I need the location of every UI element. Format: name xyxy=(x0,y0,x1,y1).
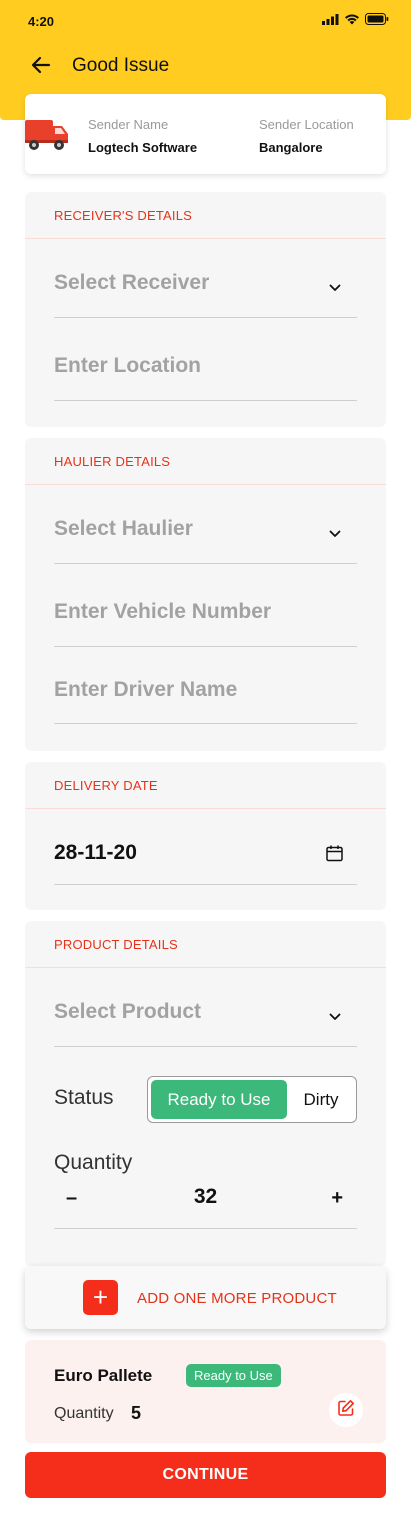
product-select-placeholder: Select Product xyxy=(54,1000,202,1023)
haulier-details-card: HAULIER DETAILS Select Haulier Enter Veh… xyxy=(25,438,386,751)
sender-card: Sender Name Logtech Software Sender Loca… xyxy=(25,94,386,174)
battery-icon xyxy=(365,12,389,30)
status-badge: Ready to Use xyxy=(186,1364,281,1387)
status-label: Status xyxy=(54,1086,114,1109)
product-section-heading: PRODUCT DETAILS xyxy=(25,921,386,968)
delivery-date-card: DELIVERY DATE 28-11-20 xyxy=(25,762,386,910)
receiver-select[interactable]: Select Receiver xyxy=(54,271,357,318)
calendar-icon[interactable] xyxy=(326,845,343,867)
receiver-details-card: RECEIVER'S DETAILS Select Receiver Enter… xyxy=(25,192,386,427)
driver-name-input[interactable]: Enter Driver Name xyxy=(54,678,357,724)
sender-location-group: Sender Location Bangalore xyxy=(259,117,354,155)
edit-icon xyxy=(337,1399,355,1422)
delivery-date-value: 28-11-20 xyxy=(54,841,137,864)
quantity-label: Quantity xyxy=(54,1151,133,1174)
sender-name-label: Sender Name xyxy=(88,117,169,132)
wifi-icon xyxy=(344,12,360,30)
chevron-down-icon xyxy=(329,525,341,543)
haulier-section-heading: HAULIER DETAILS xyxy=(25,438,386,485)
status-bar: 4:20 xyxy=(0,0,411,40)
haulier-select[interactable]: Select Haulier xyxy=(54,517,357,564)
location-input[interactable]: Enter Location xyxy=(54,354,357,401)
continue-button[interactable]: CONTINUE xyxy=(25,1452,386,1498)
sender-location-value: Bangalore xyxy=(259,140,323,155)
delivery-date-field[interactable]: 28-11-20 xyxy=(54,841,357,885)
quantity-stepper[interactable]: – 32 + xyxy=(54,1183,357,1229)
added-product-name: Euro Pallete xyxy=(54,1366,153,1385)
add-product-label: ADD ONE MORE PRODUCT xyxy=(137,1290,337,1307)
truck-icon xyxy=(25,116,69,157)
product-details-card: PRODUCT DETAILS Select Product Status Re… xyxy=(25,921,386,1266)
vehicle-number-placeholder: Enter Vehicle Number xyxy=(54,600,272,623)
quantity-value: 32 xyxy=(193,1185,218,1208)
receiver-select-placeholder: Select Receiver xyxy=(54,271,210,294)
sender-name-value: Logtech Software xyxy=(88,140,198,155)
sender-location-label: Sender Location xyxy=(259,117,354,132)
status-icons xyxy=(322,12,389,30)
receiver-section-heading: RECEIVER'S DETAILS xyxy=(25,192,386,239)
add-product-button[interactable]: + ADD ONE MORE PRODUCT xyxy=(25,1266,386,1329)
driver-name-placeholder: Enter Driver Name xyxy=(54,678,238,701)
status-option-dirty[interactable]: Dirty xyxy=(287,1080,355,1119)
status-time: 4:20 xyxy=(28,14,55,29)
vehicle-number-input[interactable]: Enter Vehicle Number xyxy=(54,600,357,647)
added-product-card: Euro Pallete Ready to Use Quantity 5 xyxy=(25,1340,386,1443)
sender-name-group: Sender Name Logtech Software xyxy=(88,117,197,155)
location-input-placeholder: Enter Location xyxy=(54,354,202,377)
added-product-quantity-label: Quantity xyxy=(54,1405,114,1422)
delivery-section-heading: DELIVERY DATE xyxy=(25,762,386,809)
back-arrow-icon xyxy=(31,56,51,79)
product-select[interactable]: Select Product xyxy=(54,1000,357,1047)
chevron-down-icon xyxy=(329,279,341,297)
edit-product-button[interactable] xyxy=(329,1393,363,1427)
status-toggle[interactable]: Ready to Use Dirty xyxy=(147,1076,357,1123)
back-button[interactable] xyxy=(28,54,54,80)
added-product-quantity-value: 5 xyxy=(131,1403,142,1423)
page-title: Good Issue xyxy=(72,55,170,76)
plus-icon: + xyxy=(83,1280,118,1315)
haulier-select-placeholder: Select Haulier xyxy=(54,517,193,540)
chevron-down-icon xyxy=(329,1008,341,1026)
status-option-ready[interactable]: Ready to Use xyxy=(151,1080,287,1119)
signal-icon xyxy=(322,12,339,30)
quantity-increment-button[interactable]: + xyxy=(331,1187,343,1210)
